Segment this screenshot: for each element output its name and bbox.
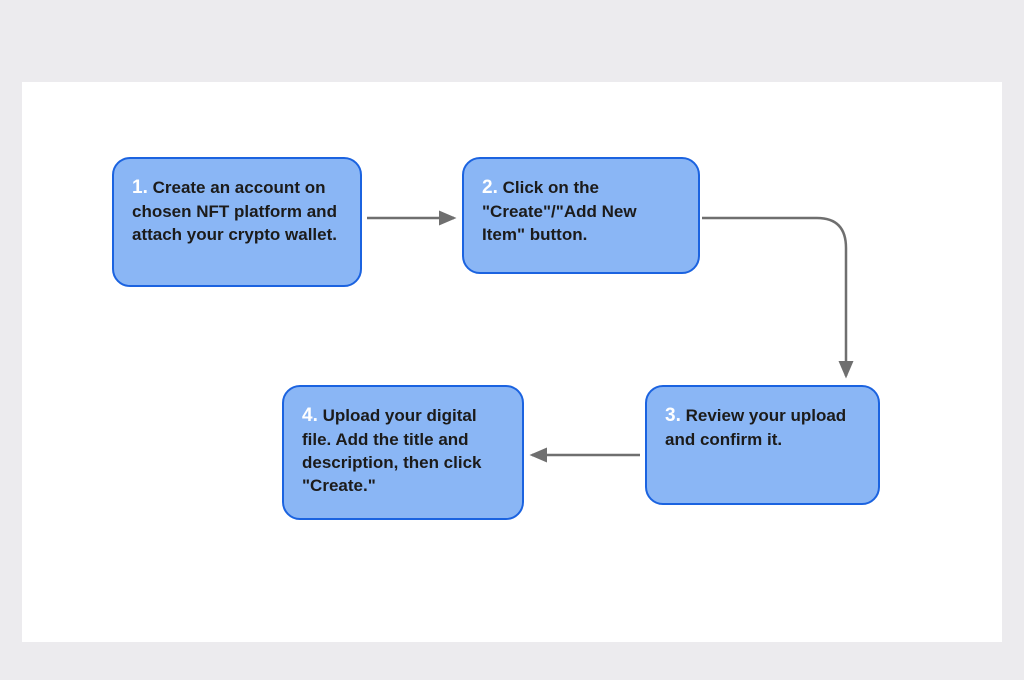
step-box-2: 2. Click on the "Create"/"Add New Item" … — [462, 157, 700, 274]
step-number-2: 2. — [482, 177, 498, 198]
diagram-canvas: 1. Create an account on chosen NFT platf… — [22, 82, 1002, 642]
step-number-1: 1. — [132, 177, 148, 198]
step-box-4: 4. Upload your digital file. Add the tit… — [282, 385, 524, 520]
arrow-step2-to-step3 — [702, 218, 846, 376]
step-text-3: Review your upload and confirm it. — [665, 406, 846, 449]
step-text-1: Create an account on chosen NFT platform… — [132, 178, 337, 244]
step-text-4: Upload your digital file. Add the title … — [302, 406, 482, 495]
step-number-4: 4. — [302, 405, 318, 426]
step-box-3: 3. Review your upload and confirm it. — [645, 385, 880, 505]
step-text-2: Click on the "Create"/"Add New Item" but… — [482, 178, 637, 244]
step-box-1: 1. Create an account on chosen NFT platf… — [112, 157, 362, 287]
step-number-3: 3. — [665, 405, 681, 426]
